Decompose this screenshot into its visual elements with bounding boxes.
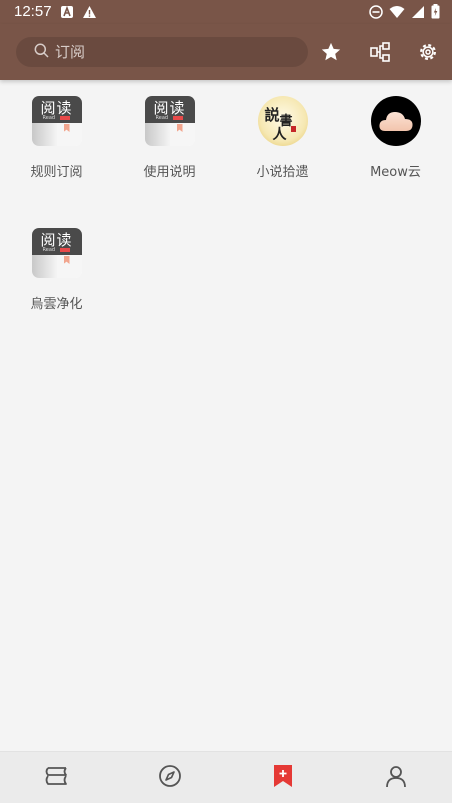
story-logo-char: 人 [272, 127, 287, 143]
status-bar: 12:57 [0, 0, 452, 24]
source-item-rule-subscription[interactable]: 阅读 Read 规则订阅 [0, 80, 113, 200]
read-logo-title: 阅读 [40, 99, 73, 117]
source-item-novel-gleanings[interactable]: 説 書 人 小说拾遗 [226, 80, 339, 200]
profile-icon [384, 764, 408, 792]
nav-bookshelf[interactable] [0, 752, 113, 803]
read-app-logo: 阅读 Read [31, 96, 82, 146]
source-label: 使用说明 [143, 165, 196, 180]
app-bar [0, 24, 452, 80]
search-input[interactable] [55, 43, 275, 61]
meow-cloud-logo [370, 96, 421, 146]
source-item-meow-cloud[interactable]: Meow云 [339, 80, 452, 200]
read-logo-sub: Read [42, 247, 56, 253]
nav-explore[interactable] [113, 752, 226, 803]
source-label: Meow云 [370, 165, 421, 180]
a-icon [60, 4, 74, 23]
source-label: 小说拾遗 [256, 165, 309, 180]
explore-icon [158, 764, 182, 792]
bookshelf-icon [44, 765, 70, 791]
status-time: 12:57 [14, 3, 52, 20]
star-icon[interactable] [319, 40, 343, 64]
search-box[interactable] [16, 37, 308, 67]
read-logo-title: 阅读 [40, 231, 73, 249]
settings-icon[interactable] [416, 40, 440, 64]
source-item-usage-guide[interactable]: 阅读 Read 使用说明 [113, 80, 226, 200]
battery-icon [431, 4, 440, 23]
group-icon[interactable] [368, 40, 392, 64]
story-logo: 説 書 人 [257, 96, 308, 146]
read-logo-sub: Read [155, 115, 169, 121]
wifi-icon [389, 4, 405, 23]
alert-icon [82, 4, 97, 23]
signal-icon [411, 4, 425, 23]
read-app-logo: 阅读 Read [31, 228, 82, 278]
source-label: 烏雲净化 [30, 297, 83, 312]
story-logo-char: 説 [264, 106, 280, 124]
nav-profile[interactable] [339, 752, 452, 803]
subscription-icon [273, 765, 293, 791]
read-logo-title: 阅读 [153, 99, 186, 117]
source-item-dark-cloud-purify[interactable]: 阅读 Read 烏雲净化 [0, 212, 113, 332]
search-icon [34, 43, 49, 62]
dnd-icon [369, 4, 383, 23]
source-label: 规则订阅 [30, 165, 83, 180]
read-app-logo: 阅读 Read [144, 96, 195, 146]
bottom-nav [0, 751, 452, 803]
nav-subscription[interactable] [226, 752, 339, 803]
read-logo-sub: Read [42, 115, 56, 121]
